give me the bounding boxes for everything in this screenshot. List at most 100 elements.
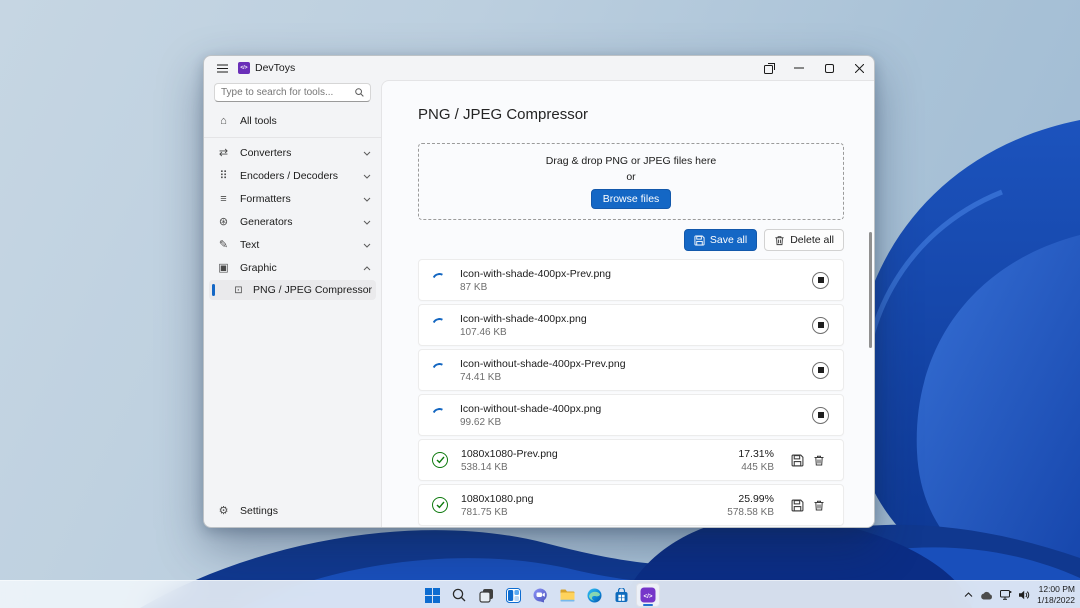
volume-icon[interactable]: [1019, 590, 1030, 600]
cancel-compression-button[interactable]: [812, 317, 829, 334]
sidebar-item-converters[interactable]: ⇄Converters: [204, 141, 381, 164]
sidebar-item-png-jpeg-compressor[interactable]: ⊡ PNG / JPEG Compressor: [209, 280, 376, 300]
delete-file-button[interactable]: [808, 494, 830, 516]
cancel-compression-button[interactable]: [812, 407, 829, 424]
devtoys-logo-icon: </>: [238, 62, 250, 74]
sidebar-item-generators[interactable]: ⊛Generators: [204, 210, 381, 233]
compressed-size: 578.58 KB: [727, 507, 774, 518]
compression-ratio: 17.31%: [738, 448, 774, 460]
sidebar-item-encoders-decoders[interactable]: ⠿Encoders / Decoders: [204, 164, 381, 187]
save-icon: [791, 454, 804, 467]
minimize-button[interactable]: [784, 57, 814, 79]
progress-spinner-icon: [430, 406, 449, 425]
file-name: Icon-without-shade-400px.png: [460, 403, 601, 415]
edge-taskbar-icon[interactable]: [582, 583, 606, 607]
compressed-size: 445 KB: [738, 462, 774, 473]
sidebar-item-all-tools[interactable]: ⌂ All tools: [204, 109, 381, 132]
file-size: 781.75 KB: [461, 507, 533, 518]
sidebar-item-formatters[interactable]: ≡Formatters: [204, 187, 381, 210]
sidebar: ⌂ All tools ⇄Converters⠿Encoders / Decod…: [204, 80, 381, 527]
search-input[interactable]: [221, 87, 355, 98]
stop-icon: [818, 412, 824, 418]
chevron-down-icon: [363, 193, 371, 205]
tool-search-box[interactable]: [214, 83, 371, 102]
generators-icon: ⊛: [217, 215, 230, 228]
delete-all-button[interactable]: Delete all: [764, 229, 844, 251]
start-taskbar-icon[interactable]: [420, 583, 444, 607]
chevron-up-icon: [363, 262, 371, 274]
dropzone-instruction: Drag & drop PNG or JPEG files here: [546, 155, 716, 167]
progress-spinner-icon: [430, 316, 449, 335]
active-indicator: [212, 284, 215, 296]
success-check-icon: [432, 497, 448, 513]
save-file-button[interactable]: [786, 449, 808, 471]
file-name: 1080x1080-Prev.png: [461, 448, 558, 460]
file-drop-zone[interactable]: Drag & drop PNG or JPEG files here or Br…: [418, 143, 844, 220]
sidebar-item-text[interactable]: ✎Text: [204, 233, 381, 256]
chevron-down-icon: [363, 216, 371, 228]
file-size: 74.41 KB: [460, 372, 626, 383]
file-row: 1080x1080-Prev.png538.14 KB17.31%445 KB: [418, 439, 844, 481]
clock-date: 1/18/2022: [1037, 595, 1075, 606]
taskbar-clock[interactable]: 12:00 PM 1/18/2022: [1037, 584, 1075, 606]
browse-files-button[interactable]: Browse files: [591, 189, 672, 209]
home-icon: ⌂: [217, 115, 230, 127]
cancel-compression-button[interactable]: [812, 272, 829, 289]
window-titlebar[interactable]: </> DevToys: [204, 56, 874, 80]
cancel-compression-button[interactable]: [812, 362, 829, 379]
taskbar: </> 12:00 PM 1/18/2022: [0, 580, 1080, 608]
file-name: 1080x1080.png: [461, 493, 533, 505]
onedrive-cloud-icon[interactable]: [980, 591, 993, 600]
progress-spinner-icon: [430, 271, 449, 290]
stop-icon: [818, 277, 824, 283]
stop-icon: [818, 367, 824, 373]
delete-file-button[interactable]: [808, 449, 830, 471]
text-icon: ✎: [217, 238, 230, 251]
svg-text:</>: </>: [644, 593, 653, 600]
file-name: Icon-with-shade-400px-Prev.png: [460, 268, 611, 280]
file-row: Icon-without-shade-400px-Prev.png 74.41 K…: [418, 349, 844, 391]
graphic-icon: ▣: [217, 261, 230, 274]
image-icon: ⊡: [232, 285, 245, 296]
chevron-down-icon: [363, 170, 371, 182]
compact-overlay-button[interactable]: [754, 57, 784, 79]
success-check-icon: [432, 452, 448, 468]
page-title: PNG / JPEG Compressor: [418, 106, 844, 123]
save-file-button[interactable]: [786, 494, 808, 516]
dropzone-separator: or: [626, 171, 635, 183]
file-size: 107.46 KB: [460, 327, 587, 338]
file-row: 1080x1080.png781.75 KB25.99%578.58 KB: [418, 484, 844, 526]
save-icon: [694, 235, 705, 246]
chat-taskbar-icon[interactable]: [528, 583, 552, 607]
clock-time: 12:00 PM: [1037, 584, 1075, 595]
stop-icon: [818, 322, 824, 328]
formatters-icon: ≡: [217, 193, 230, 205]
file-explorer-taskbar-icon[interactable]: [555, 583, 579, 607]
sidebar-item-settings[interactable]: ⚙ Settings: [204, 499, 381, 522]
window-title: DevToys: [255, 62, 295, 74]
file-size: 99.62 KB: [460, 417, 601, 428]
sidebar-item-graphic[interactable]: ▣Graphic: [204, 256, 381, 279]
widgets-taskbar-icon[interactable]: [501, 583, 525, 607]
maximize-button[interactable]: [814, 57, 844, 79]
close-button[interactable]: [844, 57, 874, 79]
hamburger-menu-button[interactable]: [212, 59, 232, 77]
store-taskbar-icon[interactable]: [609, 583, 633, 607]
content-scrollbar[interactable]: [869, 232, 872, 348]
progress-spinner-icon: [430, 361, 449, 380]
devtoys-taskbar-icon[interactable]: </>: [636, 583, 660, 607]
network-icon[interactable]: [1000, 590, 1012, 600]
encoders-icon: ⠿: [217, 169, 230, 182]
chevron-down-icon: [363, 147, 371, 159]
file-row: Icon-with-shade-400px-Prev.png 87 KB: [418, 259, 844, 301]
chevron-down-icon: [363, 239, 371, 251]
file-name: Icon-without-shade-400px-Prev.png: [460, 358, 626, 370]
save-all-button[interactable]: Save all: [684, 229, 757, 251]
file-row: Icon-with-shade-400px.png 107.46 KB: [418, 304, 844, 346]
task-view-taskbar-icon[interactable]: [474, 583, 498, 607]
search-taskbar-icon[interactable]: [447, 583, 471, 607]
tray-chevron-up-icon[interactable]: [964, 592, 973, 598]
file-name: Icon-with-shade-400px.png: [460, 313, 587, 325]
sidebar-divider: [204, 137, 381, 138]
file-size: 87 KB: [460, 282, 611, 293]
